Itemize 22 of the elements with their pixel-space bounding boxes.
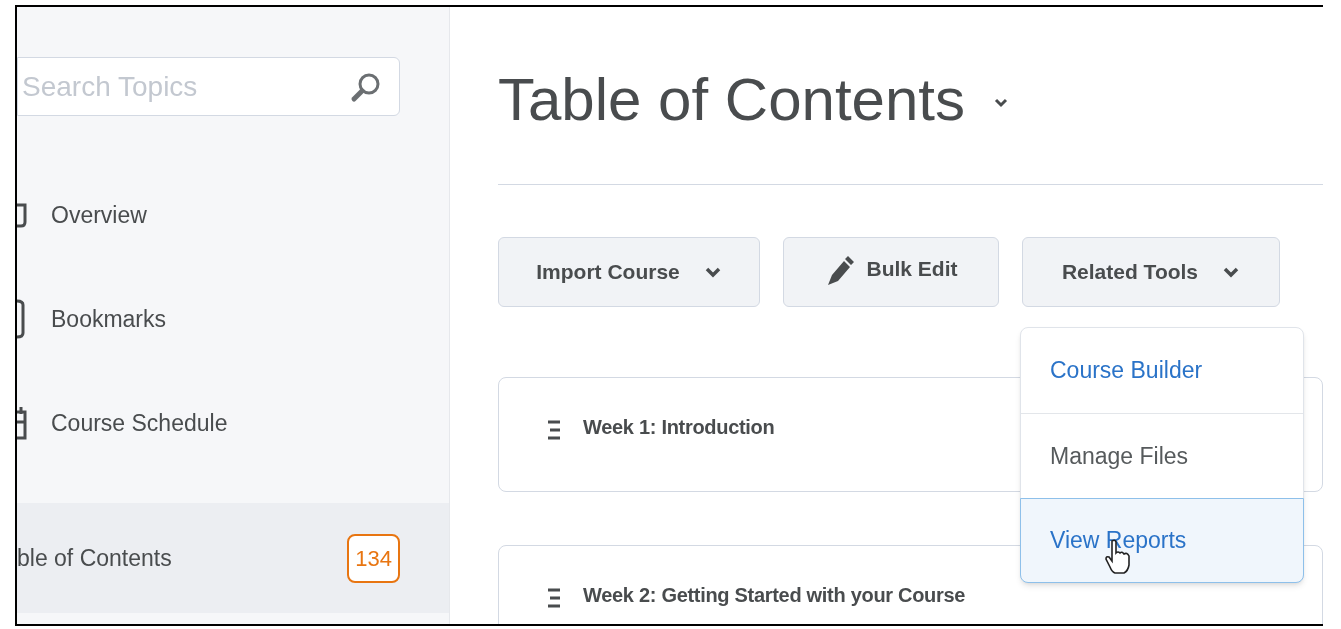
toolbar-button[interactable]: Import Course xyxy=(498,237,760,307)
nav-item-selected[interactable]: ble of Contents 134 xyxy=(17,503,449,613)
chevron-down-icon[interactable] xyxy=(992,96,1009,109)
chevron-down-icon xyxy=(703,266,722,278)
menu-item[interactable]: View Reports xyxy=(1020,498,1304,583)
toolbar-button[interactable]: Related Tools xyxy=(1022,237,1280,307)
calendar-icon xyxy=(17,406,27,440)
nav-item[interactable]: Overview xyxy=(17,163,449,267)
toolbar-button[interactable]: Bulk Edit xyxy=(783,237,999,307)
chevron-down-icon xyxy=(1222,266,1241,278)
page-title: Table of Contents xyxy=(498,64,965,135)
module-title: Week 2: Getting Started with your Course xyxy=(583,583,966,608)
bookmark-icon xyxy=(17,299,25,339)
module-title: Week 1: Introduction xyxy=(583,415,775,440)
nav-item[interactable]: Bookmarks xyxy=(17,267,449,371)
count-badge: 134 xyxy=(347,533,400,583)
drag-handle-icon[interactable] xyxy=(547,588,563,608)
search-field[interactable]: Search Topics xyxy=(17,57,400,116)
drag-handle-icon[interactable] xyxy=(547,420,563,440)
search-input[interactable]: Search Topics xyxy=(18,65,349,108)
nav-item[interactable]: Course Schedule xyxy=(17,371,449,475)
book-icon xyxy=(17,202,27,228)
